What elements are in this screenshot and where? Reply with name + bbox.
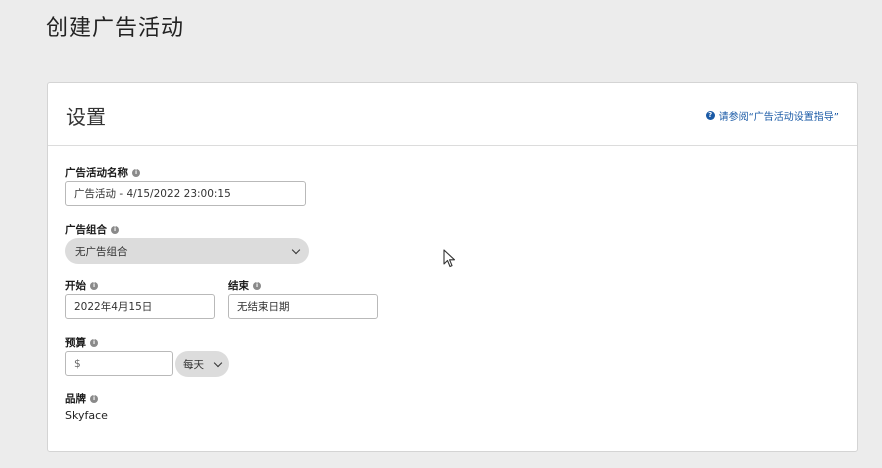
budget-period-select[interactable]: 每天: [175, 351, 229, 377]
ad-group-select[interactable]: 无广告组合: [65, 238, 309, 264]
page-title: 创建广告活动: [46, 16, 185, 41]
chevron-down-icon: [291, 245, 301, 254]
ad-group-label: 广告组合 i: [65, 222, 119, 237]
info-icon[interactable]: i: [90, 281, 98, 290]
mouse-pointer-icon: [443, 249, 456, 268]
end-date-input[interactable]: 无结束日期: [228, 294, 378, 319]
settings-header: 设置 ? 请参阅“广告活动设置指导”: [48, 83, 857, 146]
ad-group-value: 无广告组合: [75, 245, 128, 258]
info-icon[interactable]: i: [111, 225, 119, 234]
end-date-value: 无结束日期: [237, 301, 290, 313]
start-label-text: 开始: [65, 280, 86, 292]
settings-help-link[interactable]: ? 请参阅“广告活动设置指导”: [705, 108, 839, 123]
end-label: 结束 i: [228, 278, 261, 293]
campaign-name-label-text: 广告活动名称: [65, 167, 128, 179]
help-circle-icon: ?: [705, 111, 715, 120]
budget-placeholder: $: [74, 357, 81, 370]
campaign-name-value: 广告活动 - 4/15/2022 23:00:15: [74, 188, 231, 200]
end-label-text: 结束: [228, 280, 249, 292]
budget-label: 预算 i: [65, 335, 98, 350]
info-icon[interactable]: i: [253, 281, 261, 290]
budget-period-value: 每天: [183, 358, 204, 371]
brand-label: 品牌 i: [65, 391, 98, 406]
info-icon[interactable]: i: [132, 168, 140, 177]
help-link-label: 请参阅“广告活动设置指导”: [718, 112, 839, 123]
budget-input[interactable]: $: [65, 351, 173, 376]
start-date-input[interactable]: 2022年4月15日: [65, 294, 215, 319]
info-icon[interactable]: i: [90, 394, 98, 403]
start-label: 开始 i: [65, 278, 98, 293]
info-icon[interactable]: i: [90, 338, 98, 347]
campaign-name-input[interactable]: 广告活动 - 4/15/2022 23:00:15: [65, 181, 306, 206]
settings-title: 设置: [66, 105, 106, 129]
brand-label-text: 品牌: [65, 393, 86, 405]
budget-label-text: 预算: [65, 337, 86, 349]
campaign-name-label: 广告活动名称 i: [65, 165, 140, 180]
start-date-value: 2022年4月15日: [74, 301, 153, 313]
ad-group-label-text: 广告组合: [65, 224, 107, 236]
brand-value: Skyface: [65, 409, 108, 422]
chevron-down-icon: [213, 358, 223, 367]
